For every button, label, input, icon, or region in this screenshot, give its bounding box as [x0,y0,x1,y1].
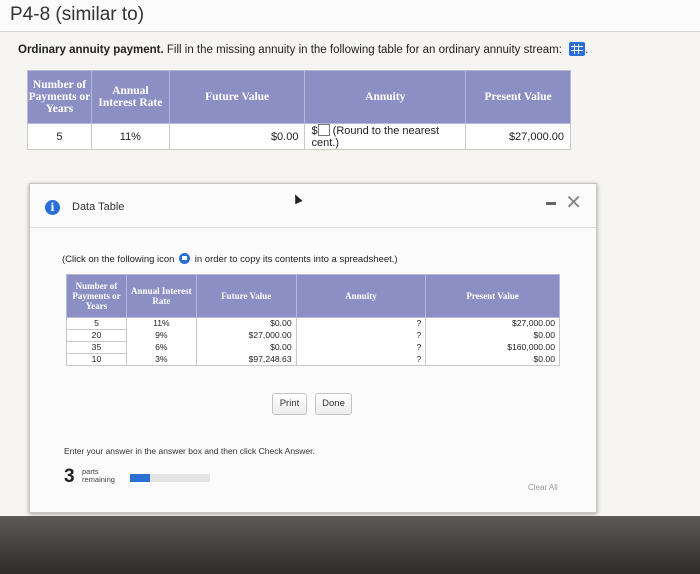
done-button[interactable]: Done [315,393,352,415]
cell-n: 5 [27,123,92,150]
page-title: P4-8 (similar to) [10,4,145,25]
data-table-dialog: i Data Table ✕ (Click on the following i… [29,183,597,513]
dt-header-annuity: Annuity [295,274,427,318]
dt-cell-fv: $0.00 [195,317,297,330]
dt-header-rate: Annual Interest Rate [125,274,197,318]
col-header-pv: Present Value [465,70,571,124]
print-button[interactable]: Print [272,393,307,415]
parts-progress-bar [130,474,210,482]
dt-header-fv: Future Value [195,274,297,318]
parts-label-2: remaining [82,475,115,484]
dt-cell-annuity: ? [295,341,427,354]
dt-cell-n: 20 [66,329,127,342]
copy-note-before: (Click on the following icon [62,254,175,265]
table-row: 35 6% $0.00 ? $160,000.00 [66,341,560,354]
dt-cell-fv: $97,248.63 [195,353,297,366]
col-header-fv: Future Value [168,70,306,124]
dt-cell-n: 10 [66,353,127,366]
clear-all-button[interactable]: Clear All [528,483,558,492]
dt-header-n: Number of Payments or Years [66,274,127,318]
cell-fv: $0.00 [168,123,306,150]
dt-cell-annuity: ? [295,353,427,366]
page-header: P4-8 (similar to) [0,0,700,32]
dt-cell-pv: $160,000.00 [425,341,560,354]
dt-cell-rate: 6% [125,341,197,354]
grid-icon[interactable] [569,42,586,56]
screen: P4-8 (similar to) Ordinary annuity payme… [0,0,700,574]
question-suffix: . [585,44,589,56]
data-table: Number of Payments or Years Annual Inter… [66,274,560,366]
copy-icon[interactable] [179,253,191,264]
dt-cell-fv: $0.00 [195,341,297,354]
dialog-title: Data Table [72,201,125,213]
dt-header-pv: Present Value [425,274,560,318]
parts-remaining-label: parts remaining [82,468,115,484]
monitor-bezel [0,516,700,574]
cell-pv: $27,000.00 [465,123,571,150]
table-row: 20 9% $27,000.00 ? $0.00 [66,329,560,342]
dt-cell-rate: 3% [125,353,197,366]
annuity-hint: (Round to the nearest cent.) [311,125,440,149]
problem-table: Number of Payments or Years Annual Inter… [27,70,571,150]
dt-cell-annuity: ? [295,317,427,330]
dt-cell-n: 5 [66,317,127,330]
dt-cell-annuity: ? [295,329,427,342]
table-row: 5 11% $0.00 ? $27,000.00 [66,317,560,330]
instruction-text: Enter your answer in the answer box and … [64,446,315,456]
dt-cell-rate: 9% [125,329,197,342]
dialog-header: i Data Table ✕ [30,184,596,228]
info-icon: i [45,200,60,215]
close-icon[interactable]: ✕ [565,193,582,213]
question-body: Fill in the missing annuity in the follo… [166,44,562,56]
col-header-rate: Annual Interest Rate [90,70,170,124]
minimize-icon[interactable] [546,202,556,205]
table-row: 10 3% $97,248.63 ? $0.00 [66,353,560,366]
dt-cell-pv: $0.00 [425,329,560,342]
copy-note: (Click on the following icon in order to… [62,253,398,265]
col-header-n: Number of Payments or Years [27,70,92,124]
dt-cell-pv: $27,000.00 [425,317,560,330]
annuity-input[interactable] [317,124,330,136]
cell-rate: 11% [90,123,170,150]
question-text: Ordinary annuity payment. Fill in the mi… [18,42,588,56]
parts-remaining-count: 3 [64,466,75,487]
dt-cell-rate: 11% [125,317,197,330]
mouse-cursor-icon [291,192,303,205]
dt-cell-pv: $0.00 [425,353,560,366]
dt-cell-n: 35 [66,341,127,354]
copy-note-after: in order to copy its contents into a spr… [194,254,398,265]
table-row: 5 11% $0.00 $ (Round to the nearest cent… [27,123,571,150]
dt-cell-fv: $27,000.00 [195,329,297,342]
question-bold: Ordinary annuity payment. [18,44,164,56]
col-header-annuity: Annuity [304,70,467,124]
parts-progress-fill [130,474,150,482]
cell-annuity: $ (Round to the nearest cent.) [304,123,467,150]
